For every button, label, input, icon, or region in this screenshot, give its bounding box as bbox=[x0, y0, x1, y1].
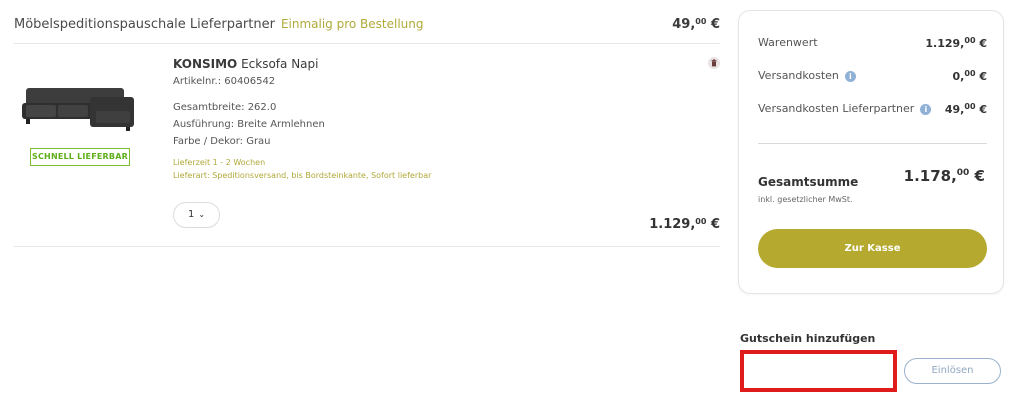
shipping-cost-amount: 0,00 € bbox=[953, 69, 987, 83]
attribute-width: Gesamtbreite: 262.0 bbox=[173, 102, 277, 113]
delivery-info: Lieferzeit 1 - 2 Wochen Lieferart: Spedi… bbox=[173, 156, 653, 182]
shipping-cost-main: 0, bbox=[952, 70, 965, 83]
goods-value-amount: 1.129,00 € bbox=[925, 36, 987, 50]
grand-total-label: Gesamtsumme bbox=[758, 175, 859, 189]
quantity-value: 1 bbox=[187, 209, 195, 220]
goods-value-cents: 00 bbox=[964, 36, 976, 45]
grand-total-cents: 00 bbox=[956, 168, 970, 178]
chevron-down-icon: ⌄ bbox=[198, 210, 206, 219]
freight-fee-price: 49,00 € bbox=[672, 17, 720, 32]
freight-fee-note: Einmalig pro Bestellung bbox=[280, 17, 424, 31]
product-brand: KONSIMO bbox=[173, 57, 238, 71]
cart-item: SCHNELL LIEFERBAR KONSIMO Ecksofa Napi A… bbox=[14, 45, 720, 247]
product-attributes: Gesamtbreite: 262.0 Ausführung: Breite A… bbox=[173, 99, 653, 150]
freight-fee-price-currency: € bbox=[706, 17, 720, 32]
attribute-variant: Ausführung: Breite Armlehnen bbox=[173, 119, 325, 130]
goods-value-label: Warenwert bbox=[758, 36, 818, 49]
item-total-currency: € bbox=[706, 217, 720, 232]
freight-fee-price-cents: 00 bbox=[695, 17, 707, 26]
freight-fee-price-main: 49, bbox=[672, 17, 696, 32]
attribute-color: Farbe / Dekor: Grau bbox=[173, 136, 271, 147]
delivery-type: Lieferart: Speditionsversand, bis Bordst… bbox=[173, 171, 432, 180]
summary-divider bbox=[758, 143, 987, 144]
info-icon[interactable]: i bbox=[920, 104, 932, 115]
shipping-cost-currency: € bbox=[975, 70, 987, 83]
product-info: KONSIMO Ecksofa Napi Artikelnr.: 6040654… bbox=[173, 57, 653, 182]
order-summary: Warenwert 1.129,00 € Versandkosten i 0,00… bbox=[738, 10, 1004, 294]
goods-value-currency: € bbox=[975, 37, 987, 50]
grand-total-amount: 1.178,00 € bbox=[904, 167, 985, 185]
partner-shipping-cents: 00 bbox=[964, 102, 976, 111]
partner-shipping-label: Versandkosten Lieferpartner bbox=[758, 102, 915, 115]
info-icon[interactable]: i bbox=[844, 71, 856, 82]
voucher-code-input[interactable] bbox=[740, 350, 897, 392]
shipping-cost-cents: 00 bbox=[964, 69, 976, 78]
goods-value-row: Warenwert 1.129,00 € bbox=[758, 36, 987, 50]
partner-shipping-main: 49, bbox=[944, 103, 965, 116]
partner-shipping-row: Versandkosten Lieferpartner i 49,00 € bbox=[758, 102, 987, 116]
item-total-main: 1.129, bbox=[649, 217, 696, 232]
partner-shipping-amount: 49,00 € bbox=[945, 102, 987, 116]
grand-total-currency: € bbox=[969, 167, 985, 185]
vat-note: inkl. gesetzlicher MwSt. bbox=[758, 195, 853, 204]
grand-total-main: 1.178, bbox=[903, 167, 957, 185]
fast-delivery-badge: SCHNELL LIEFERBAR bbox=[30, 148, 130, 166]
freight-fee-label: Möbelspeditionspauschale Lieferpartner Ei… bbox=[14, 17, 424, 32]
partner-shipping-currency: € bbox=[975, 103, 987, 116]
article-number: Artikelnr.: 60406542 bbox=[173, 76, 276, 87]
product-title[interactable]: KONSIMO Ecksofa Napi bbox=[173, 57, 653, 71]
trash-icon[interactable] bbox=[708, 57, 720, 69]
freight-fee-row: Möbelspeditionspauschale Lieferpartner Ei… bbox=[14, 12, 720, 44]
item-total-price: 1.129,00 € bbox=[649, 217, 720, 232]
delivery-time: Lieferzeit 1 - 2 Wochen bbox=[173, 158, 266, 167]
product-image[interactable] bbox=[18, 83, 136, 133]
shipping-cost-row: Versandkosten i 0,00 € bbox=[758, 69, 987, 83]
redeem-button[interactable]: Einlösen bbox=[904, 358, 1001, 384]
voucher-title: Gutschein hinzufügen bbox=[740, 332, 876, 345]
shipping-cost-label: Versandkosten bbox=[758, 69, 839, 82]
quantity-select[interactable]: 1 ⌄ bbox=[173, 202, 220, 228]
item-total-cents: 00 bbox=[695, 217, 707, 226]
goods-value-main: 1.129, bbox=[925, 37, 965, 50]
freight-fee-text: Möbelspeditionspauschale Lieferpartner bbox=[14, 17, 275, 32]
checkout-button[interactable]: Zur Kasse bbox=[758, 229, 987, 268]
product-name: Ecksofa Napi bbox=[237, 57, 319, 71]
